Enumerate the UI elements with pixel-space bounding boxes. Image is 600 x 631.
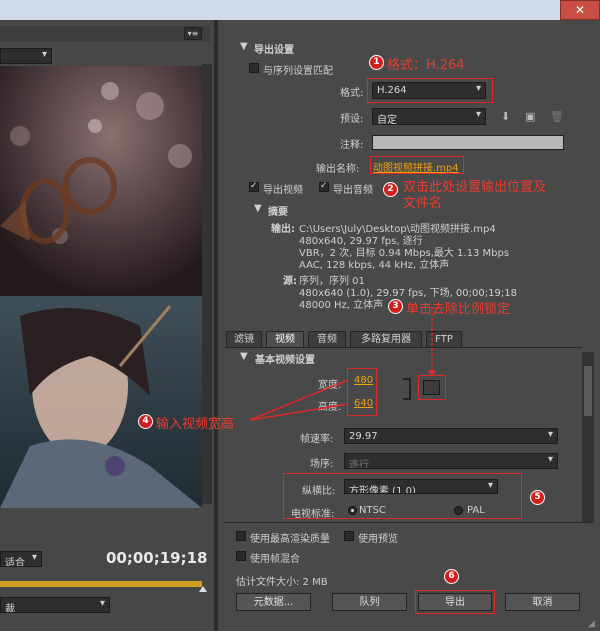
- arrow-to-height: [249, 403, 349, 421]
- arrow-to-width: [249, 379, 349, 421]
- annotation-arrows: [249, 308, 436, 421]
- arrow-to-lock-head: [428, 370, 436, 376]
